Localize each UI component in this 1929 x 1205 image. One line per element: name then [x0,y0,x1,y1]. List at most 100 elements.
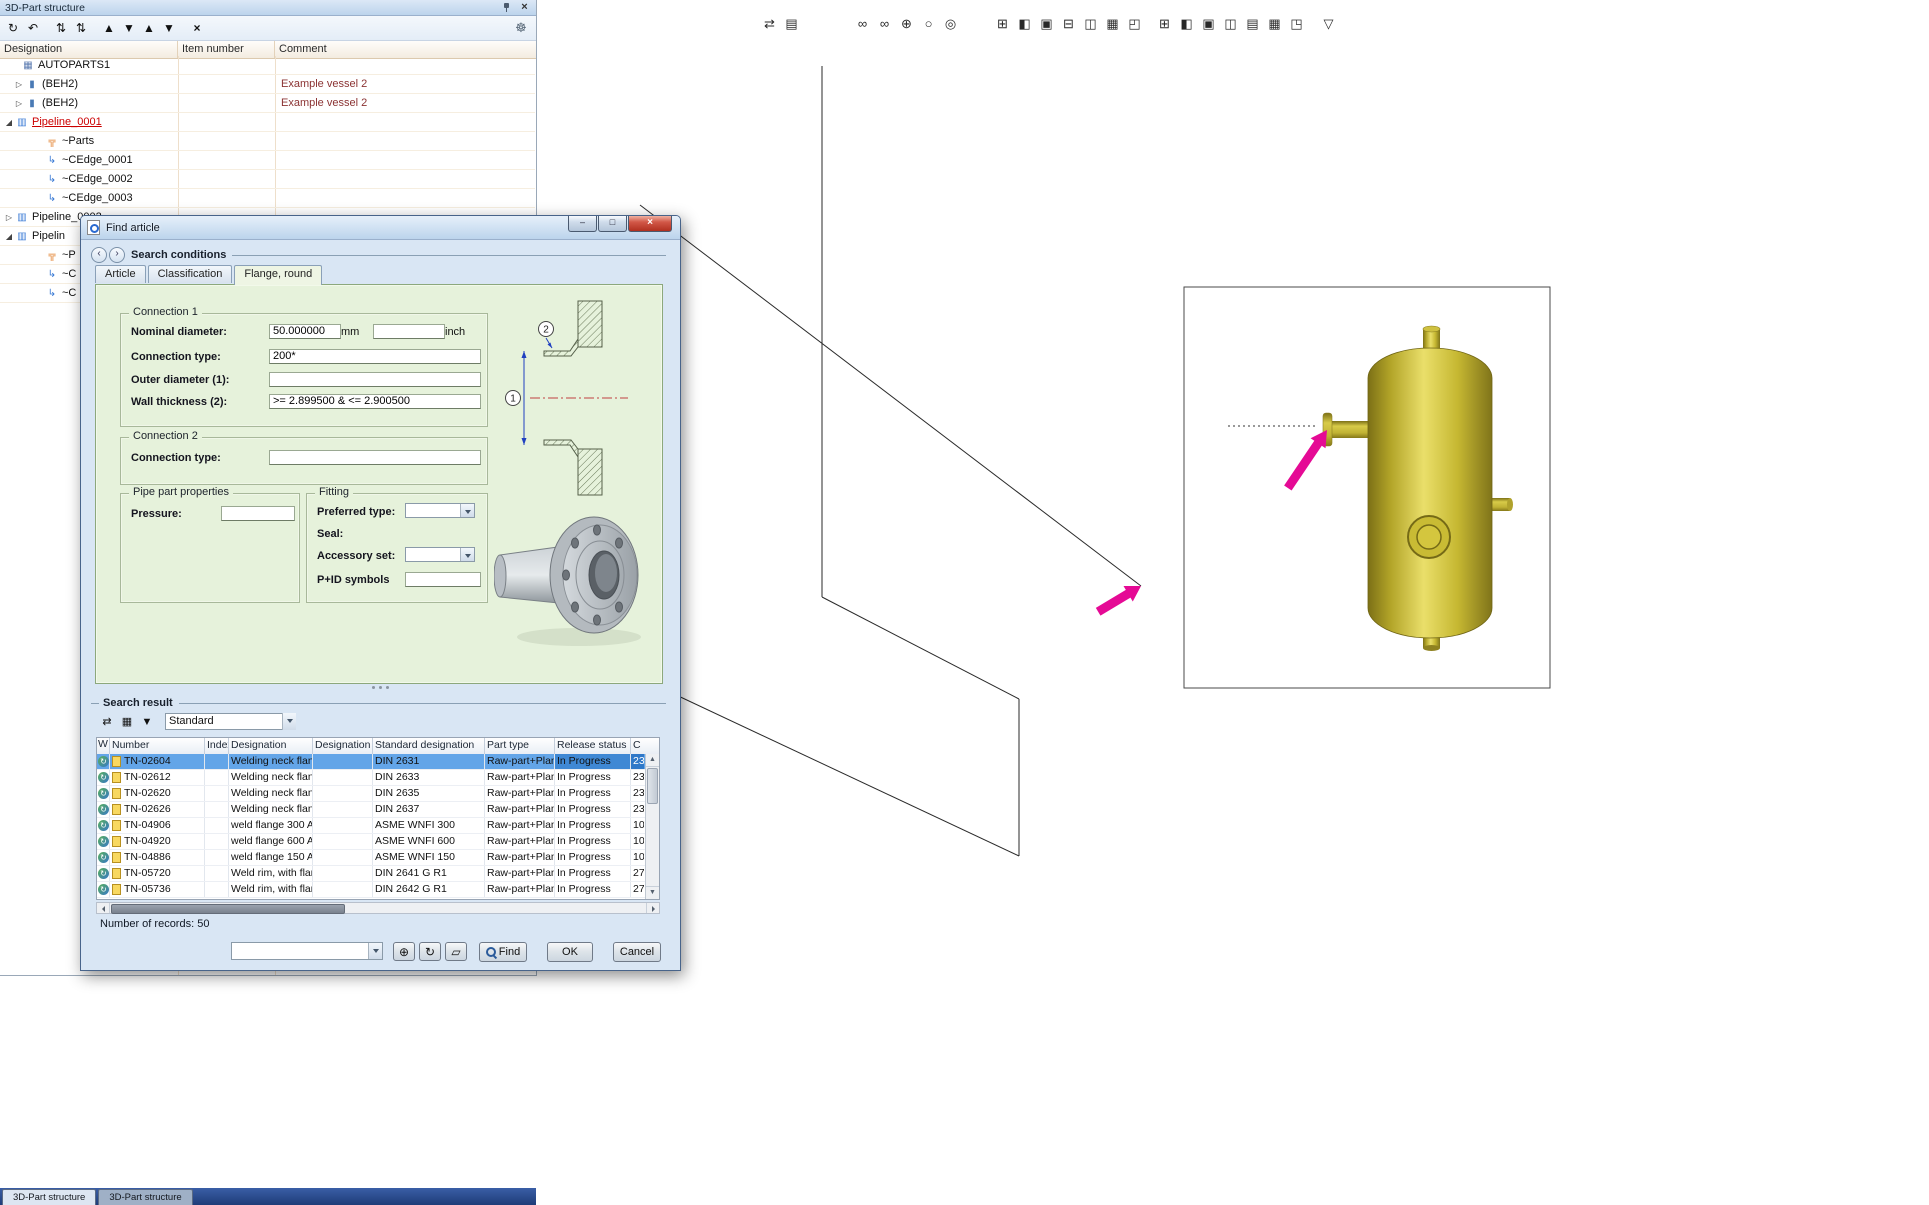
target-icon[interactable]: ◎ [941,14,960,33]
remove-filter-icon[interactable]: × [188,19,206,37]
col-designation-2[interactable]: Designation [313,738,373,754]
cancel-button[interactable]: Cancel [613,942,661,962]
tab-flange-round[interactable]: Flange, round [234,265,322,285]
catalog-filter-icon[interactable]: ▼ [139,714,155,730]
tab-article[interactable]: Article [95,265,146,283]
corner-tool-icon[interactable]: ◳ [1287,14,1306,33]
nominal-diameter-mm-input[interactable]: 50.000000 [269,324,341,339]
nav-forward-icon[interactable]: › [109,247,125,263]
tree-row[interactable]: ◢ ▥ Pipeline_0001 [0,113,535,132]
pid-symbols-input[interactable] [405,572,481,587]
nozzle-tool-icon[interactable]: ◫ [1221,14,1240,33]
tree-expander-icon[interactable]: ▷ [13,99,25,108]
panel-titlebar[interactable]: 3D-Part structure × [0,0,536,16]
result-row[interactable]: ↻ TN-04920 weld flange 600 ASM ASME WNFI… [97,834,646,850]
wall-thickness-input[interactable]: >= 2.899500 & <= 2.900500 [269,394,481,409]
result-row[interactable]: ↻ TN-05720 Weld rim, with flan DIN 2641 … [97,866,646,882]
maximize-button[interactable]: □ [598,216,627,232]
outer-diameter-input[interactable] [269,372,481,387]
result-row[interactable]: ↻ TN-02604 Welding neck flang DIN 2631 R… [97,754,646,770]
minimize-button[interactable]: – [568,216,597,232]
scroll-up-icon[interactable]: ▲ [646,754,659,767]
tree-row[interactable]: ↳ ~CEdge_0003 [0,189,535,208]
copy-component-icon[interactable]: ◧ [1015,14,1034,33]
col-c[interactable]: C [631,738,644,754]
cad-viewport[interactable] [537,0,1929,1205]
tree-row[interactable]: ↳ ~CEdge_0001 [0,151,535,170]
connection-type-input[interactable]: 200* [269,349,481,364]
nominal-diameter-inch-input[interactable] [373,324,445,339]
pipe-grid-icon[interactable]: ▦ [1265,14,1284,33]
move-down-icon[interactable]: ⇅ [72,19,90,37]
tree-row[interactable]: ▷ ▮ (BEH2) Example vessel 2 [0,94,535,113]
undo-icon[interactable]: ↶ [24,19,42,37]
scroll-left-icon[interactable] [97,903,110,913]
expand-all-icon[interactable]: ▲ [100,19,118,37]
refresh-results-icon[interactable]: ⇄ [99,714,115,730]
component-box-icon[interactable]: ▣ [1037,14,1056,33]
settings-gear-icon[interactable]: ☸ [512,19,530,37]
refresh-icon[interactable]: ↻ [419,942,441,961]
ok-button[interactable]: OK [547,942,593,962]
close-button[interactable]: × [628,216,672,232]
dialog-titlebar[interactable]: Find article – □ × [81,216,680,240]
tree-expander-icon[interactable]: ◢ [3,118,15,127]
search-connection-icon[interactable]: ⊕ [897,14,916,33]
col-part-type[interactable]: Part type [485,738,555,754]
component-grid-icon[interactable]: ▦ [1103,14,1122,33]
swap-component-icon[interactable]: ◫ [1081,14,1100,33]
bottom-tab-part-structure-1[interactable]: 3D-Part structure [2,1189,96,1205]
hscrollbar-thumb[interactable] [111,904,345,914]
tree-row[interactable]: ▷ ▮ (BEH2) Example vessel 2 [0,75,535,94]
saved-search-select[interactable] [231,942,383,960]
result-row[interactable]: ↻ TN-02620 Welding neck flang DIN 2635 R… [97,786,646,802]
clear-icon[interactable]: ▱ [445,942,467,961]
pressure-input[interactable] [221,506,295,521]
flange-tool-icon[interactable]: ⊞ [1155,14,1174,33]
insert-component-icon[interactable]: ⊞ [993,14,1012,33]
collapse-all-icon[interactable]: ▼ [120,19,138,37]
horizontal-scrollbar[interactable] [96,902,660,914]
valve-tool-icon[interactable]: ▤ [1243,14,1262,33]
tree-expander-icon[interactable]: ▷ [3,213,15,222]
tree-row[interactable]: ╦ ~Parts [0,132,535,151]
preferred-type-select[interactable] [405,503,475,518]
tree-expander-icon[interactable]: ◢ [3,232,15,241]
bolt-tool-icon[interactable]: ▣ [1199,14,1218,33]
scroll-down-icon[interactable]: ▼ [646,886,659,899]
accessory-set-select[interactable] [405,547,475,562]
frame-corner-icon[interactable]: ◰ [1125,14,1144,33]
clipboard-icon[interactable]: ▤ [782,14,801,33]
search-plus-icon[interactable]: ⊕ [393,942,415,961]
find-button[interactable]: Find [479,942,527,962]
tab-classification[interactable]: Classification [148,265,233,283]
catalog-select[interactable]: Standard [165,713,296,730]
scroll-right-icon[interactable] [646,903,659,913]
table-view-icon[interactable]: ▦ [119,714,135,730]
pipe-link-icon[interactable]: ∞ [853,14,872,33]
col-index[interactable]: Index [205,738,229,754]
pin-icon[interactable] [501,2,512,13]
connection-type-2-input[interactable] [269,450,481,465]
result-row[interactable]: ↻ TN-05736 Weld rim, with flan DIN 2642 … [97,882,646,898]
refresh-structure-icon[interactable]: ↻ [4,19,22,37]
tree-row[interactable]: ▦ AUTOPARTS1 [0,56,535,75]
swap-direction-icon[interactable]: ⇄ [760,14,779,33]
filter-funnel-icon[interactable]: ▽ [1319,14,1338,33]
pipe-unlink-icon[interactable]: ∞ [875,14,894,33]
col-designation[interactable]: Designation [229,738,313,754]
vertical-scrollbar[interactable]: ▲ ▼ [645,754,659,899]
inspect-icon[interactable]: ○ [919,14,938,33]
col-standard-designation[interactable]: Standard designation [373,738,485,754]
scrollbar-thumb[interactable] [647,768,658,804]
result-row[interactable]: ↻ TN-02626 Welding neck flang DIN 2637 R… [97,802,646,818]
col-number[interactable]: Number [110,738,205,754]
collapse-level-icon[interactable]: ▼ [160,19,178,37]
gasket-tool-icon[interactable]: ◧ [1177,14,1196,33]
col-w[interactable]: W [97,738,110,754]
splitter-handle[interactable] [81,686,680,689]
col-release-status[interactable]: Release status [555,738,631,754]
result-row[interactable]: ↻ TN-04886 weld flange 150 ASM ASME WNFI… [97,850,646,866]
nav-back-icon[interactable]: ‹ [91,247,107,263]
remove-component-icon[interactable]: ⊟ [1059,14,1078,33]
